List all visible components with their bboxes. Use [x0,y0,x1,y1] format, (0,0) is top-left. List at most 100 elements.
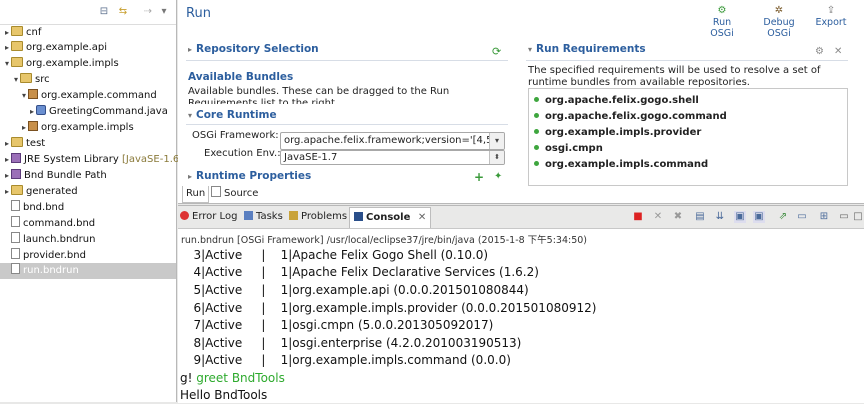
requirements-list[interactable]: org.apache.felix.gogo.shell org.apache.f… [528,88,848,186]
refresh-icon[interactable]: ⟳ [492,45,501,58]
source-icon [211,186,221,197]
tree-item-label: generated [26,186,78,197]
export-label: Export [815,17,847,28]
shell-command: greet BndTools [196,371,285,385]
link-editor-icon[interactable]: ⇆ [117,6,129,18]
collapse-arrow-icon[interactable]: ▾ [3,56,11,72]
expand-arrow-icon[interactable]: ▸ [28,104,36,120]
section-title: Run Requirements [536,43,646,55]
pin-console-icon[interactable]: ⇗ [777,211,789,223]
resolve-icon[interactable]: ⚙ [815,46,824,57]
tab-error-log[interactable]: Error Log [180,209,237,225]
requirement-item[interactable]: org.apache.felix.gogo.shell [534,93,699,108]
tree-item-launch-bndrun[interactable]: launch.bndrun [0,232,176,248]
tab-source-label: Source [224,188,259,199]
terminate-icon[interactable]: ■ [632,211,644,223]
tab-tasks[interactable]: Tasks [244,209,283,225]
expand-arrow-icon[interactable]: ▸ [3,168,11,184]
osgi-framework-select[interactable]: org.apache.felix.framework;version='[4,5… [280,132,505,150]
remove-all-icon[interactable]: ✖ [672,211,684,223]
collapse-all-icon[interactable]: ⊟ [98,6,110,18]
tree-item-label: org.example.api [26,42,108,53]
expand-arrow-icon[interactable]: ▸ [3,152,11,168]
requirement-item[interactable]: org.example.impls.provider [534,125,701,140]
tree-item-api[interactable]: ▸ org.example.api [0,40,176,56]
expand-arrow-icon[interactable]: ▸ [20,120,28,136]
scroll-lock-icon[interactable]: ⇊ [714,211,726,223]
tree-item-label: command.bnd [23,218,96,229]
add-icon[interactable]: + [474,170,484,184]
maximize-icon[interactable]: □ [852,211,864,223]
export-button[interactable]: ⇪ Export [812,4,850,28]
run-osgi-label: Run OSGi [710,17,734,39]
runtime-properties-header[interactable]: ▸ Runtime Properties [188,170,311,182]
expand-arrow-icon[interactable]: ▸ [3,136,11,152]
collapse-arrow-icon[interactable]: ▾ [12,72,20,88]
source-folder-icon [20,73,32,83]
tree-item-command-package[interactable]: ▾ org.example.command [0,88,176,104]
tree-item-greeting-command[interactable]: ▸ GreetingCommand.java [0,104,176,120]
tab-problems[interactable]: Problems [289,209,347,225]
close-icon[interactable]: ✕ [418,212,426,223]
remove-icon[interactable]: ✕ [834,46,842,57]
expand-arrow-icon[interactable]: ▸ [3,25,11,41]
remove-launch-icon[interactable]: ✕ [652,211,664,223]
view-menu-icon[interactable]: ▾ [158,6,170,18]
open-console-icon[interactable]: ⊞ [818,211,830,223]
console-input-line[interactable]: g! greet BndTools [180,370,285,387]
tree-item-bnd-bundle-path[interactable]: ▸ Bnd Bundle Path [0,168,176,184]
expand-arrow-icon[interactable]: ▸ [3,40,11,56]
tree-item-src[interactable]: ▾ src [0,72,176,88]
tree-item-cnf[interactable]: ▸ cnf [0,25,176,41]
execution-env-select[interactable]: JavaSE-1.7 ⬍ [280,150,505,165]
tree-item-label: org.example.impls [41,122,134,133]
tab-source[interactable]: Source [208,186,261,202]
minimize-icon[interactable]: ▭ [838,211,850,223]
tree-item-suffix: [JavaSE-1.6 [122,154,180,165]
core-runtime-header[interactable]: ▾ Core Runtime [188,109,277,121]
requirement-label: osgi.cmpn [545,143,603,154]
tree-item-bnd-bnd[interactable]: bnd.bnd [0,200,176,216]
tree-item-impls[interactable]: ▾ org.example.impls [0,56,176,72]
requirement-item[interactable]: org.apache.felix.gogo.command [534,109,727,124]
tab-label: Tasks [256,211,283,222]
requirement-item[interactable]: org.example.impls.command [534,157,708,172]
debug-osgi-button[interactable]: ✲ Debug OSGi [751,4,807,39]
bundle-icon [534,161,539,166]
tree-item-generated[interactable]: ▸ generated [0,184,176,200]
requirement-item[interactable]: osgi.cmpn [534,141,603,156]
shell-prompt: g! [180,371,197,385]
bnd-file-icon [11,216,20,227]
tab-console[interactable]: Console ✕ [349,207,432,228]
console-line: 6|Active | 1|org.example.impls.provider … [182,301,597,315]
tree-item-label: org.example.impls [26,58,119,69]
library-icon [11,153,21,163]
console-line: 3|Active | 1|Apache Felix Gogo Shell (0.… [182,248,489,262]
tree-item-impls-package[interactable]: ▸ org.example.impls [0,120,176,136]
run-requirements-description: The specified requirements will be used … [528,65,821,88]
tree-item-command-bnd[interactable]: command.bnd [0,216,176,232]
show-on-error-icon[interactable]: ▣ [753,211,765,223]
tree-item-label: cnf [26,27,42,38]
expand-arrow-icon[interactable]: ▸ [3,184,11,200]
execution-env-label: Execution Env.: [204,148,281,159]
clear-console-icon[interactable]: ▤ [694,211,706,223]
tree-item-provider-bnd[interactable]: provider.bnd [0,248,176,264]
run-osgi-button[interactable]: ⚙ Run OSGi [700,4,744,39]
tree-item-test[interactable]: ▸ test [0,136,176,152]
expand-icon[interactable]: ✦ [494,171,502,182]
tree-item-run-bndrun[interactable]: run.bndrun [0,263,176,279]
tree-item-jre-library[interactable]: ▸ JRE System Library [JavaSE-1.6 [0,152,180,168]
show-on-output-icon[interactable]: ▣ [734,211,746,223]
requirement-label: org.apache.felix.gogo.command [545,111,727,122]
tree-item-label: src [35,74,50,85]
focus-icon[interactable]: ⇢ [142,6,154,18]
console-icon [354,212,363,221]
repository-selection-header[interactable]: ▸ Repository Selection [188,43,319,55]
run-requirements-header[interactable]: ▾ Run Requirements [528,43,646,55]
tree-item-label: Bnd Bundle Path [24,170,107,181]
display-console-icon[interactable]: ▭ [796,211,808,223]
collapse-arrow-icon[interactable]: ▾ [20,88,28,104]
tab-run[interactable]: Run [182,186,210,203]
java-file-icon [36,105,46,115]
